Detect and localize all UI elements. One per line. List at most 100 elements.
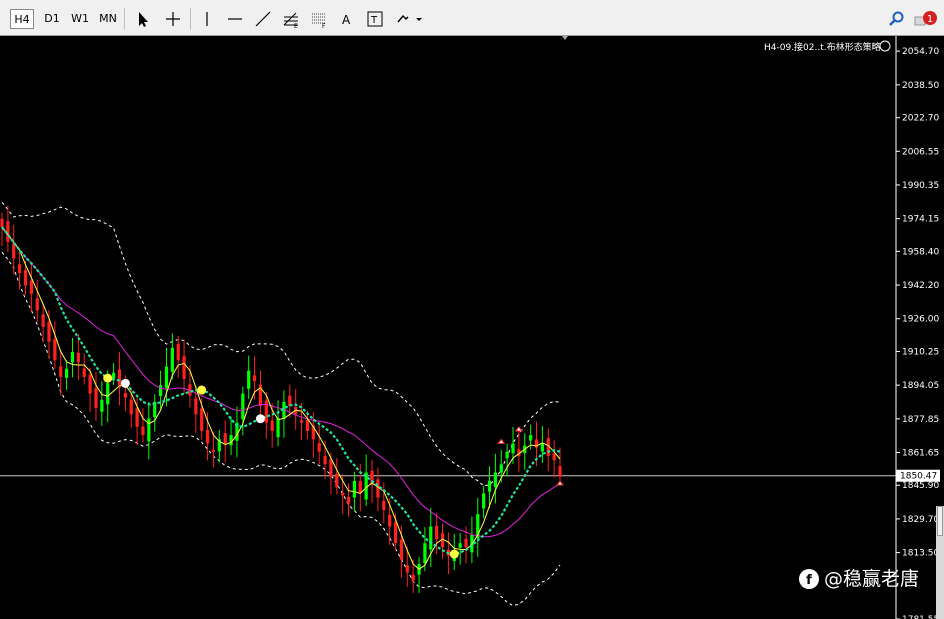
candle-body xyxy=(176,343,180,361)
candle xyxy=(217,429,221,463)
svg-text:A: A xyxy=(342,13,351,27)
candle-body xyxy=(529,435,533,441)
smiley-icon xyxy=(879,40,891,52)
candle-body xyxy=(170,347,174,372)
price-tick-label: 1910.25 xyxy=(902,347,939,357)
candle xyxy=(229,416,233,456)
candle xyxy=(417,556,421,594)
candle xyxy=(29,263,33,313)
candle-body xyxy=(264,400,268,423)
candle-body xyxy=(47,321,51,342)
candle-body xyxy=(23,269,28,286)
current-price-label: 1850.47 xyxy=(900,472,937,482)
candle xyxy=(376,467,380,512)
cursor-icon[interactable] xyxy=(132,9,154,29)
candle xyxy=(70,337,75,378)
vertical-line-icon[interactable] xyxy=(196,9,218,29)
candle-body xyxy=(147,418,151,442)
trendline-icon[interactable] xyxy=(252,9,274,29)
candle-body xyxy=(317,443,321,452)
candle xyxy=(364,454,368,506)
candle-body xyxy=(223,433,227,444)
candle-body xyxy=(558,466,562,477)
candle xyxy=(540,426,544,464)
candle xyxy=(258,370,263,417)
timeframe-d1[interactable]: D1 xyxy=(40,9,64,29)
candle-body xyxy=(335,473,339,488)
scroll-thumb[interactable] xyxy=(937,506,943,536)
candle xyxy=(299,403,304,440)
text-label-icon[interactable]: T xyxy=(364,9,386,29)
candle-body xyxy=(487,480,492,492)
candle-body xyxy=(382,500,386,510)
vertical-scrollbar[interactable] xyxy=(936,506,944,619)
candle xyxy=(41,303,45,343)
candle-body xyxy=(352,480,357,498)
timeframe-w1[interactable]: W1 xyxy=(68,9,92,29)
candle xyxy=(440,523,445,559)
signal-dot xyxy=(449,549,459,559)
signal-dot xyxy=(197,385,207,395)
candle xyxy=(241,386,245,436)
candle xyxy=(111,363,116,385)
horizontal-line-icon[interactable] xyxy=(224,9,246,29)
candle-body xyxy=(205,429,210,444)
candle-body xyxy=(106,383,110,405)
candle-body xyxy=(70,351,75,363)
candle-body xyxy=(252,375,257,382)
candle xyxy=(317,424,321,464)
candle-body xyxy=(53,339,57,361)
candle-body xyxy=(305,420,310,431)
notification-count: 1 xyxy=(927,14,933,25)
candle-body xyxy=(405,565,409,573)
candle xyxy=(147,402,151,460)
signal-arrow xyxy=(514,426,523,432)
fibonacci-icon[interactable]: E xyxy=(280,9,302,29)
price-tick-label: 1926.00 xyxy=(902,315,939,325)
toolbar-separator xyxy=(124,8,125,30)
candle-body xyxy=(182,356,186,380)
candle xyxy=(223,420,227,463)
search-icon[interactable] xyxy=(886,9,908,29)
candle xyxy=(247,355,251,399)
candle-body xyxy=(64,368,69,378)
candle-body xyxy=(499,464,503,473)
price-tick-label: 1781.55 xyxy=(902,615,939,619)
price-tick-label: 1990.35 xyxy=(902,181,939,191)
crosshair-icon[interactable] xyxy=(162,9,184,29)
candle-body xyxy=(511,443,515,454)
candle xyxy=(335,458,339,495)
candle xyxy=(382,482,386,524)
price-chart[interactable]: 2054.70 2038.50 2022.70 2006.55 1990.35 1974.… xyxy=(0,36,944,619)
candle-body xyxy=(493,472,498,488)
candle xyxy=(64,360,69,390)
signal-dot xyxy=(103,373,113,383)
candle xyxy=(523,433,527,470)
candle-body xyxy=(0,218,4,228)
toolbar: H4 D1 W1 MN E F A T 1 xyxy=(0,0,944,36)
candle xyxy=(18,250,22,290)
mid-ma xyxy=(1,226,561,556)
arrows-icon[interactable] xyxy=(394,9,424,29)
candle xyxy=(117,351,122,406)
candle xyxy=(94,372,98,421)
timeframe-mn[interactable]: MN xyxy=(96,9,120,29)
price-tick-label: 1958.40 xyxy=(902,247,939,257)
fibo-grid-icon[interactable]: F xyxy=(308,9,330,29)
candle-body xyxy=(270,420,274,431)
candle-body xyxy=(247,370,251,389)
candle-body xyxy=(329,459,333,477)
candle xyxy=(429,508,433,567)
indicator-title: H4-09.接02..t.布林形态策略 xyxy=(764,41,881,53)
candle xyxy=(211,432,216,468)
bollinger-bands xyxy=(1,201,561,607)
candle-body xyxy=(123,392,127,398)
candle-body xyxy=(464,538,468,548)
text-icon[interactable]: A xyxy=(336,9,358,29)
lower-band xyxy=(1,251,561,607)
watermark-text: @稳赢老唐 xyxy=(824,568,919,590)
candle xyxy=(493,453,498,504)
notification-icon[interactable]: 1 xyxy=(912,9,940,29)
candle-body xyxy=(111,372,116,379)
timeframe-h4[interactable]: H4 xyxy=(10,9,34,29)
